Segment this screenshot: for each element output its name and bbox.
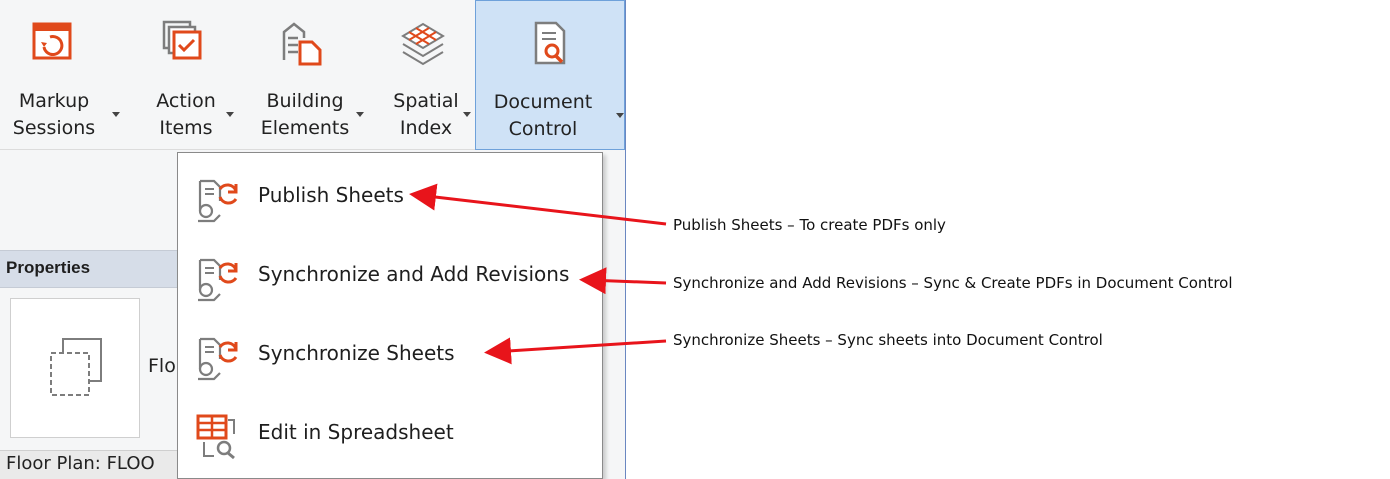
menu-item-publish-sheets[interactable]: Publish Sheets [178,161,602,235]
menu-item-synchronize-sheets[interactable]: Synchronize Sheets [178,319,602,393]
properties-title: Properties [6,258,91,277]
chevron-down-icon [226,112,234,117]
action-items-icon [162,20,202,60]
menu-item-edit-in-spreadsheet[interactable]: Edit in Spreadsheet [178,398,602,472]
document-control-dropdown-menu: Publish Sheets Synchronize and Add Revis… [177,152,603,479]
instance-selector-label: Floor Plan: FLOO [6,453,155,474]
menu-item-label: Publish Sheets [258,183,404,207]
type-name-label: Flo [148,355,176,377]
menu-item-synchronize-add-revisions[interactable]: Synchronize and Add Revisions [178,240,602,314]
type-selector-box[interactable] [10,298,140,438]
synchronize-sheets-icon [198,337,238,381]
properties-header: Properties [0,250,180,288]
document-control-button[interactable]: Document Control [475,0,625,150]
menu-item-label: Synchronize and Add Revisions [258,262,570,286]
revit-application-window: Markup Sessions Action Items Building Eleme… [0,0,626,479]
spreadsheet-icon [196,414,235,460]
chevron-down-icon [112,112,120,117]
menu-item-label: Synchronize Sheets [258,341,455,365]
window-border [625,0,626,479]
markup-sessions-icon [32,22,72,60]
ribbon-panel: Markup Sessions Action Items Building Eleme… [0,0,626,150]
annotation-synchronize-sheets: Synchronize Sheets – Sync sheets into Do… [673,331,1103,349]
building-elements-icon [282,22,322,66]
spatial-index-icon [401,22,445,66]
instance-selector[interactable]: Floor Plan: FLOO [0,450,180,479]
annotation-publish-sheets: Publish Sheets – To create PDFs only [673,216,946,234]
floor-plan-type-icon [50,338,102,396]
document-control-icon [534,21,566,65]
document-control-label: Document Control [493,91,593,140]
annotation-synchronize-add-revisions: Synchronize and Add Revisions – Sync & C… [673,274,1233,292]
spatial-index-button[interactable]: Spatial Index [383,0,471,150]
publish-sheets-icon [198,179,238,223]
chevron-down-icon [616,113,624,118]
markup-sessions-button[interactable]: Markup Sessions [8,0,120,150]
spatial-index-label: Spatial Index [393,90,459,139]
building-elements-label: Building Elements [260,90,350,139]
chevron-down-icon [356,112,364,117]
synchronize-revisions-icon [198,258,238,302]
markup-sessions-label: Markup Sessions [12,90,96,139]
building-elements-button[interactable]: Building Elements [250,0,364,150]
action-items-button[interactable]: Action Items [142,0,234,150]
action-items-label: Action Items [156,90,216,139]
menu-item-label: Edit in Spreadsheet [258,420,454,444]
